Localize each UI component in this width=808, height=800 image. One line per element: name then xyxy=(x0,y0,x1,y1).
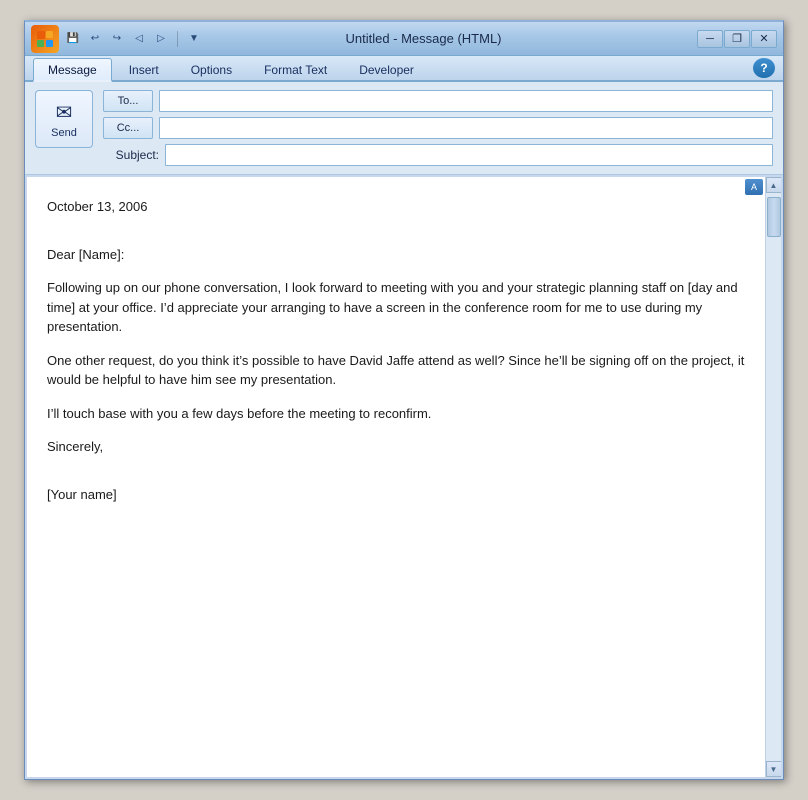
format-icon[interactable]: A xyxy=(745,179,763,195)
office-logo xyxy=(31,25,59,53)
minimize-button[interactable]: ─ xyxy=(697,30,723,48)
title-bar: 💾 ↩ ↪ ◁ ▷ ▼ Untitled - Message (HTML) ─ … xyxy=(25,22,783,56)
help-button[interactable]: ? xyxy=(753,58,775,78)
back-quick-btn[interactable]: ◁ xyxy=(129,29,149,49)
subject-label: Subject: xyxy=(103,148,159,162)
body-paragraph-1: Following up on our phone conversation, … xyxy=(47,278,745,337)
window-title: Untitled - Message (HTML) xyxy=(210,31,637,46)
body-greeting: Dear [Name]: xyxy=(47,245,745,265)
tab-developer[interactable]: Developer xyxy=(344,58,429,80)
forward-quick-btn[interactable]: ▷ xyxy=(151,29,171,49)
to-input[interactable] xyxy=(159,90,773,112)
tab-message[interactable]: Message xyxy=(33,58,112,82)
scroll-track[interactable] xyxy=(766,193,782,761)
email-header: ✉ Send To... Cc... Subject: xyxy=(25,82,783,175)
subject-row: Subject: xyxy=(103,144,773,166)
send-label: Send xyxy=(51,127,77,139)
quick-access-separator xyxy=(177,31,178,47)
redo-quick-btn[interactable]: ↪ xyxy=(107,29,127,49)
cc-button[interactable]: Cc... xyxy=(103,117,153,139)
restore-button[interactable]: ❐ xyxy=(724,30,750,48)
ribbon-tab-bar: Message Insert Options Format Text Devel… xyxy=(25,56,783,82)
close-button[interactable]: ✕ xyxy=(751,30,777,48)
vertical-scrollbar[interactable]: ▲ ▼ xyxy=(765,177,781,777)
email-body-wrapper: A October 13, 2006 Dear [Name]: Followin… xyxy=(25,175,783,779)
quick-access-toolbar: 💾 ↩ ↪ ◁ ▷ ▼ xyxy=(63,29,204,49)
to-row: To... xyxy=(103,90,773,112)
send-button[interactable]: ✉ Send xyxy=(35,90,93,148)
window-controls: ─ ❐ ✕ xyxy=(697,30,777,48)
email-body-content[interactable]: October 13, 2006 Dear [Name]: Following … xyxy=(27,177,765,777)
body-date: October 13, 2006 xyxy=(47,197,745,217)
cc-input[interactable] xyxy=(159,117,773,139)
body-signature: [Your name] xyxy=(47,485,745,505)
email-body-container: A October 13, 2006 Dear [Name]: Followin… xyxy=(27,177,781,777)
save-quick-btn[interactable]: 💾 xyxy=(63,29,83,49)
send-icon: ✉ xyxy=(56,100,73,125)
scroll-thumb[interactable] xyxy=(767,197,781,237)
to-button[interactable]: To... xyxy=(103,90,153,112)
body-paragraph-3: I’ll touch base with you a few days befo… xyxy=(47,404,745,424)
undo-quick-btn[interactable]: ↩ xyxy=(85,29,105,49)
outlook-message-window: 💾 ↩ ↪ ◁ ▷ ▼ Untitled - Message (HTML) ─ … xyxy=(24,20,784,780)
scroll-down-button[interactable]: ▼ xyxy=(766,761,782,777)
body-paragraph-2: One other request, do you think it’s pos… xyxy=(47,351,745,390)
tab-insert[interactable]: Insert xyxy=(114,58,174,80)
body-closing: Sincerely, xyxy=(47,437,745,457)
customize-quick-access-btn[interactable]: ▼ xyxy=(184,29,204,49)
email-fields: To... Cc... Subject: xyxy=(103,90,773,166)
scroll-up-button[interactable]: ▲ xyxy=(766,177,782,193)
tab-format-text[interactable]: Format Text xyxy=(249,58,342,80)
tab-options[interactable]: Options xyxy=(176,58,247,80)
cc-row: Cc... xyxy=(103,117,773,139)
subject-input[interactable] xyxy=(165,144,773,166)
